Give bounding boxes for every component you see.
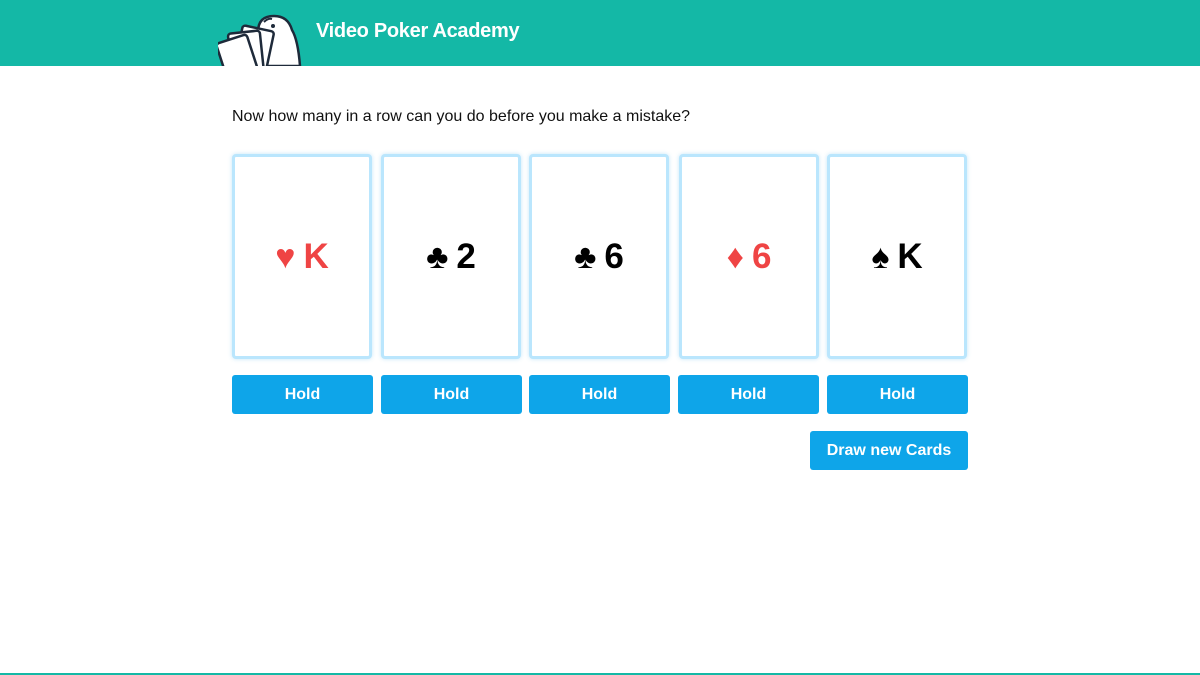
- diamond-suit-icon: ♦: [726, 237, 744, 276]
- heart-suit-icon: ♥: [275, 237, 296, 276]
- playing-cards-mascot-icon[interactable]: [218, 12, 308, 66]
- card-rank: 6: [604, 237, 624, 276]
- card-2[interactable]: ♣ 2: [381, 154, 521, 359]
- card-4[interactable]: ♦ 6: [679, 154, 819, 359]
- hold-button-4[interactable]: Hold: [678, 375, 819, 414]
- card-3[interactable]: ♣ 6: [529, 154, 669, 359]
- draw-new-cards-button[interactable]: Draw new Cards: [810, 431, 968, 470]
- card-rank: K: [897, 237, 923, 276]
- hold-button-5[interactable]: Hold: [827, 375, 968, 414]
- card-rank: 6: [751, 237, 772, 276]
- club-suit-icon: ♣: [426, 237, 449, 276]
- card-rank: K: [303, 237, 329, 276]
- hold-button-2[interactable]: Hold: [381, 375, 522, 414]
- card-5[interactable]: ♠ K: [827, 154, 967, 359]
- spade-suit-icon: ♠: [871, 237, 890, 276]
- game-prompt: Now how many in a row can you do before …: [232, 108, 691, 125]
- hold-button-3[interactable]: Hold: [529, 375, 670, 414]
- card-rank: 2: [456, 237, 476, 276]
- card-1[interactable]: ♥ K: [232, 154, 372, 359]
- hold-button-1[interactable]: Hold: [232, 375, 373, 414]
- app-title[interactable]: Video Poker Academy: [316, 20, 520, 43]
- club-suit-icon: ♣: [574, 237, 597, 276]
- app-header: Video Poker Academy: [0, 0, 1200, 66]
